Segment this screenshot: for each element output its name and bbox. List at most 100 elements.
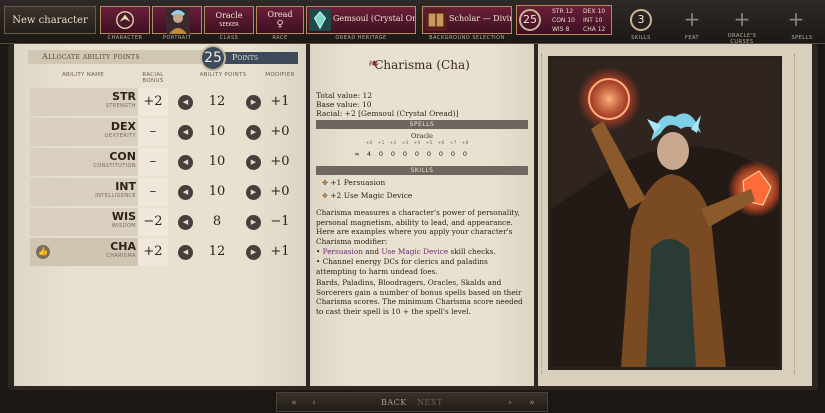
increase-arrow-icon[interactable]: ▶ xyxy=(246,185,261,200)
decrease-arrow-icon[interactable]: ◀ xyxy=(178,95,193,110)
step-spells-label: SPELLS xyxy=(791,35,813,41)
female-symbol-icon: ♀ xyxy=(276,19,284,30)
skill-bonus-umd: ✥ +2 Use Magic Device xyxy=(322,191,412,200)
step-spells-plus-icon[interactable]: + xyxy=(782,8,810,32)
spell-level-tag: +6 xyxy=(437,141,445,146)
spell-level-tag: +1 xyxy=(377,141,385,146)
allocate-ability-points-title: Allocate ability points xyxy=(28,50,206,64)
spell-slot-count: 0 xyxy=(450,150,456,158)
top-navigation-bar: New character CHARACTER PORTRAIT Oracle … xyxy=(0,0,825,45)
step-heritage-label: OREAD HERITAGE xyxy=(335,35,387,41)
racial-bonus: – xyxy=(138,178,168,206)
stat-value: 10 xyxy=(567,17,575,24)
stat-label: WIS xyxy=(552,26,564,33)
ability-modifier: +0 xyxy=(270,124,290,139)
stat-value: 12 xyxy=(565,8,574,15)
step-class[interactable]: Oracle SEEKER xyxy=(204,6,254,34)
step-race[interactable]: Oread ♀ xyxy=(256,6,304,34)
class-value: Oracle xyxy=(215,11,243,20)
increase-arrow-icon[interactable]: ▶ xyxy=(246,125,261,140)
magic-device-skill-icon: ✥ xyxy=(322,192,328,200)
stat-label: INT xyxy=(583,17,593,24)
ability-description-examples: Here are examples where you apply your c… xyxy=(316,227,513,246)
decrease-arrow-icon[interactable]: ◀ xyxy=(178,155,193,170)
step-character-label: CHARACTER xyxy=(107,35,143,41)
skills-section-header: SKILLS xyxy=(316,166,528,175)
step-background[interactable]: Scholar — Divine xyxy=(422,6,512,34)
bottom-navigation: « ‹ BACK NEXT › » xyxy=(0,390,825,413)
stat-label: CHA xyxy=(583,26,596,33)
step-character[interactable] xyxy=(100,6,150,34)
step-class-label: CLASS xyxy=(219,35,239,41)
ability-points-value: 10 xyxy=(208,154,226,169)
spell-slot-count: 0 xyxy=(426,150,432,158)
stat-label: STR xyxy=(552,8,564,15)
skill-bonus-text: +2 Use Magic Device xyxy=(330,191,413,200)
ability-full-name: CONSTITUTION xyxy=(93,163,136,169)
spell-level-tag: +3 xyxy=(401,141,409,146)
character-emblem-icon xyxy=(116,11,134,29)
increase-arrow-icon[interactable]: ▶ xyxy=(246,155,261,170)
step-portrait[interactable] xyxy=(152,6,202,34)
points-total-badge: 25 xyxy=(519,9,541,31)
ability-detail-title-text: Charisma (Cha) xyxy=(374,58,470,72)
decrease-arrow-icon[interactable]: ◀ xyxy=(178,215,193,230)
recommended-thumbs-up-icon: 👍 xyxy=(36,245,50,259)
bullet-text: and xyxy=(362,247,382,256)
persuasion-link[interactable]: Persuasion xyxy=(323,247,363,256)
previous-arrow-icon[interactable]: ‹ xyxy=(307,395,321,411)
step-skills[interactable]: 3 xyxy=(630,9,652,31)
race-value: Oread xyxy=(267,10,293,19)
spell-level-tag: +4 xyxy=(413,141,421,146)
last-page-double-arrow-icon[interactable]: » xyxy=(523,395,541,411)
background-value: Scholar — Divine xyxy=(449,14,511,23)
spell-level-tag: +7 xyxy=(449,141,457,146)
step-oread-heritage[interactable]: Gemsoul (Crystal Oread) xyxy=(306,6,416,34)
step-oracle-curses-plus-icon[interactable]: + xyxy=(728,8,756,32)
increase-arrow-icon[interactable]: ▶ xyxy=(246,245,261,260)
ability-full-name: STRENGTH xyxy=(105,103,136,109)
racial-bonus: +2 xyxy=(138,88,168,116)
spell-level-tag: +2 xyxy=(389,141,397,146)
step-background-label: BACKGROUND SELECTION xyxy=(429,35,505,41)
ability-modifier: +0 xyxy=(270,184,290,199)
step-feat-plus-icon[interactable]: + xyxy=(678,8,706,32)
first-page-double-arrow-icon[interactable]: « xyxy=(285,395,303,411)
new-character-title: New character xyxy=(4,6,96,34)
ability-row-str[interactable]: STR STRENGTH +2 ◀ 12 ▶ +1 xyxy=(30,88,298,116)
use-magic-device-link[interactable]: Use Magic Device xyxy=(381,247,448,256)
ability-row-int[interactable]: INT INTELLIGENCE – ◀ 10 ▶ +0 xyxy=(30,178,298,206)
bullet-text: Channel energy DCs for clerics and palad… xyxy=(316,257,488,276)
decrease-arrow-icon[interactable]: ◀ xyxy=(178,125,193,140)
spells-section-header: SPELLS xyxy=(316,120,528,129)
spell-slot-count: 0 xyxy=(390,150,396,158)
step-ability-scores[interactable]: 25 STR 12 DEX 10 CON 10 INT 10 WIS 8 CHA… xyxy=(516,5,612,35)
heritage-crystal-icon xyxy=(309,9,331,31)
ability-points-value: 12 xyxy=(208,94,226,109)
decrease-arrow-icon[interactable]: ◀ xyxy=(178,185,193,200)
ability-full-name: INTELLIGENCE xyxy=(95,193,136,199)
stat-value: 8 xyxy=(565,26,570,33)
points-remaining-badge: 25 xyxy=(200,45,226,71)
spells-class: Oracle xyxy=(411,132,433,140)
ability-abbr: CHA xyxy=(110,240,136,253)
step-feat-label: FEAT xyxy=(684,35,700,41)
background-book-icon xyxy=(425,9,447,31)
next-arrow-icon[interactable]: › xyxy=(503,395,517,411)
decrease-arrow-icon[interactable]: ◀ xyxy=(178,245,193,260)
spell-level-tag: +0 xyxy=(365,141,373,146)
increase-arrow-icon[interactable]: ▶ xyxy=(246,215,261,230)
navigation-bar: « ‹ BACK NEXT › » xyxy=(276,392,548,412)
ability-row-wis[interactable]: WIS WISDOM −2 ◀ 8 ▶ −1 xyxy=(30,208,298,236)
ability-row-cha[interactable]: 👍 CHA CHARISMA +2 ◀ 12 ▶ +1 xyxy=(30,238,298,266)
ability-row-dex[interactable]: DEX DEXTERITY – ◀ 10 ▶ +0 xyxy=(30,118,298,146)
ability-row-con[interactable]: CON CONSTITUTION – ◀ 10 ▶ +0 xyxy=(30,148,298,176)
points-label: Points xyxy=(222,52,298,64)
ability-points-value: 10 xyxy=(208,184,226,199)
next-button[interactable]: NEXT xyxy=(417,396,443,410)
spell-slot-count: 0 xyxy=(378,150,384,158)
spell-slot-count: 0 xyxy=(438,150,444,158)
spell-slot-count: 4 xyxy=(366,150,372,158)
back-button[interactable]: BACK xyxy=(381,396,407,410)
increase-arrow-icon[interactable]: ▶ xyxy=(246,95,261,110)
